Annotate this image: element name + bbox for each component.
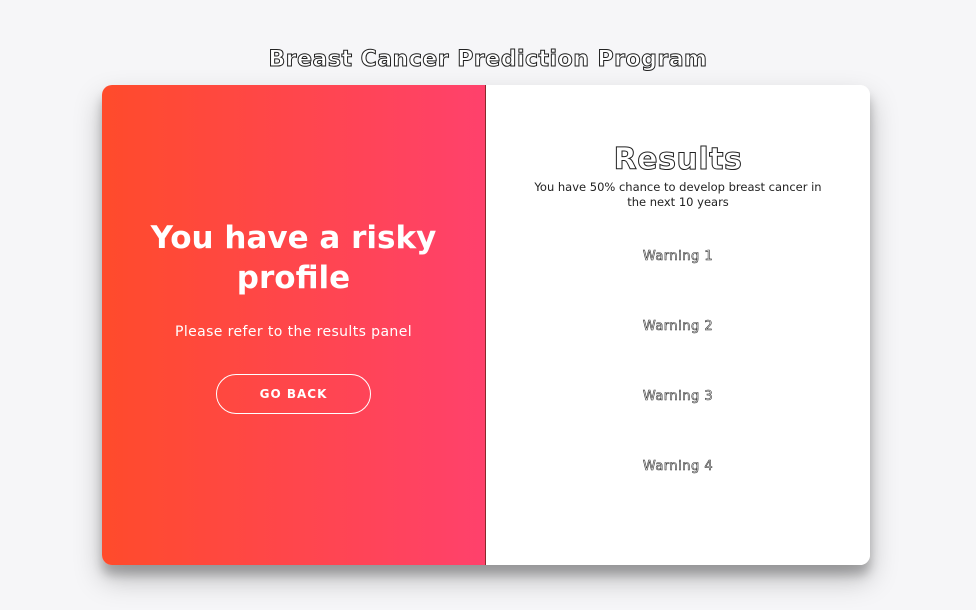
- risk-subtext: Please refer to the results panel: [174, 324, 412, 340]
- go-back-button[interactable]: GO BACK: [216, 374, 371, 414]
- warning-item-2: Warning 2: [642, 319, 714, 335]
- warning-item-3: Warning 3: [642, 389, 714, 405]
- results-description: You have 50% chance to develop breast ca…: [534, 180, 822, 209]
- risk-panel: You have a risky profile Please refer to…: [102, 85, 486, 565]
- page-title: Breast Cancer Prediction Program: [268, 46, 708, 72]
- prediction-card: You have a risky profile Please refer to…: [102, 85, 870, 565]
- results-panel: Results You have 50% chance to develop b…: [486, 85, 870, 565]
- warning-item-4: Warning 4: [642, 459, 714, 475]
- warning-item-1: Warning 1: [642, 249, 714, 265]
- risk-heading: You have a risky profile: [150, 220, 437, 296]
- results-title: Results: [613, 142, 743, 177]
